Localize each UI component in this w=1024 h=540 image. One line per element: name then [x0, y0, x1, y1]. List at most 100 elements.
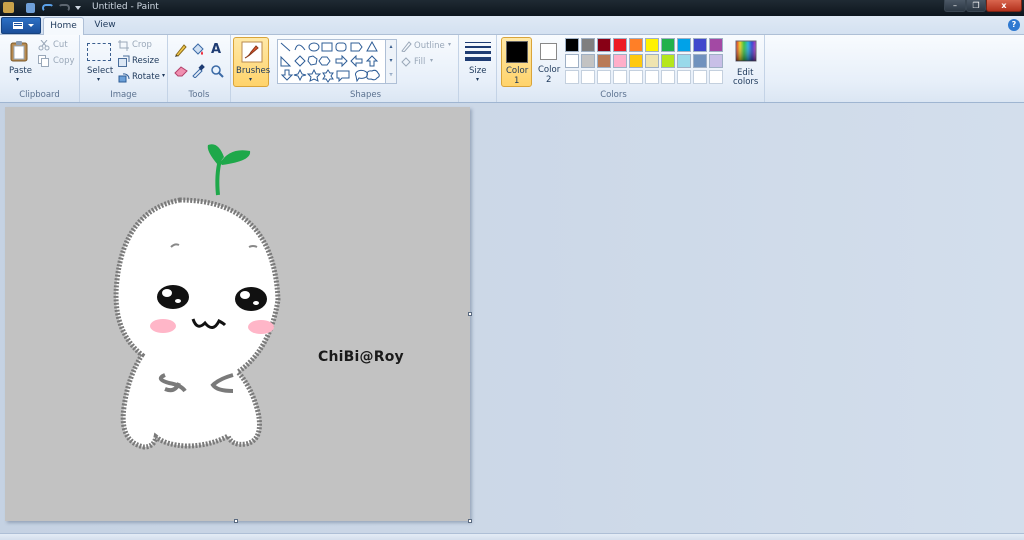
select-label: Select — [87, 66, 114, 76]
palette-swatch[interactable] — [677, 70, 691, 84]
shapes-gallery — [277, 39, 397, 84]
clipboard-group-label: Clipboard — [19, 90, 60, 100]
canvas-resize-handle-bottom[interactable] — [234, 519, 238, 523]
tab-view[interactable]: View — [86, 17, 124, 36]
palette-swatch[interactable] — [597, 54, 611, 68]
outline-label: Outline — [414, 41, 445, 51]
crop-icon — [118, 40, 129, 51]
fill-bucket-icon[interactable] — [191, 43, 205, 57]
close-button[interactable]: x — [986, 0, 1022, 12]
minimize-button[interactable]: – — [944, 0, 966, 12]
palette-swatch[interactable] — [629, 70, 643, 84]
paint-app-icon[interactable] — [3, 2, 14, 13]
oval-shape-icon — [308, 42, 320, 52]
app-menu-button[interactable] — [1, 17, 41, 34]
undo-icon[interactable] — [42, 4, 54, 12]
resize-button[interactable]: Resize — [118, 55, 166, 68]
palette-swatch[interactable] — [581, 70, 595, 84]
palette-swatch[interactable] — [709, 54, 723, 68]
rotate-icon — [118, 73, 130, 83]
color1-button[interactable]: Color 1 — [501, 37, 532, 87]
redo-icon[interactable] — [58, 4, 70, 12]
palette-swatch[interactable] — [693, 38, 707, 52]
palette-swatch[interactable] — [677, 38, 691, 52]
sprout-illustration — [207, 144, 251, 196]
color2-button[interactable]: Color 2 — [535, 37, 564, 87]
select-button[interactable]: Select ▾ — [84, 38, 114, 86]
palette-swatch[interactable] — [645, 38, 659, 52]
palette-swatch[interactable] — [565, 54, 579, 68]
rotate-button[interactable]: Rotate ▾ — [118, 71, 168, 84]
palette-swatch[interactable] — [645, 70, 659, 84]
palette-swatch[interactable] — [565, 38, 579, 52]
palette-swatch[interactable] — [645, 54, 659, 68]
image-group-label: Image — [110, 90, 137, 100]
palette-swatch[interactable] — [613, 38, 627, 52]
palette-swatch[interactable] — [661, 70, 675, 84]
palette-swatch[interactable] — [629, 54, 643, 68]
crop-button[interactable]: Crop — [118, 39, 166, 52]
quick-access-dropdown-icon[interactable] — [75, 6, 81, 10]
cloud-callout-shape-icon — [366, 69, 380, 81]
maximize-button[interactable]: ❐ — [966, 0, 986, 12]
tools-group-label: Tools — [188, 90, 210, 100]
palette-swatch[interactable] — [661, 38, 675, 52]
brushes-button[interactable]: Brushes ▾ — [233, 37, 271, 87]
text-tool-icon[interactable]: A — [211, 42, 221, 57]
palette-swatch[interactable] — [565, 70, 579, 84]
palette-swatch[interactable] — [693, 70, 707, 84]
fill-icon — [401, 57, 411, 67]
save-icon[interactable] — [26, 3, 35, 13]
select-rectangle-icon — [87, 43, 111, 61]
canvas-resize-handle-right[interactable] — [468, 312, 472, 316]
magnifier-icon[interactable] — [210, 64, 224, 78]
palette-swatch[interactable] — [629, 38, 643, 52]
drawing-canvas[interactable] — [5, 107, 470, 521]
image-group: Select ▾ Crop Resize Rotate ▾ Image — [80, 35, 168, 102]
right-triangle-shape-icon — [280, 55, 292, 67]
status-bar — [0, 533, 1024, 540]
palette-swatch[interactable] — [661, 54, 675, 68]
color-picker-icon[interactable] — [191, 64, 205, 78]
palette-swatch[interactable] — [709, 38, 723, 52]
palette-swatch[interactable] — [709, 70, 723, 84]
size-button[interactable]: Size ▾ — [463, 38, 493, 86]
colors-group-label: Colors — [600, 90, 627, 100]
palette-swatch[interactable] — [693, 54, 707, 68]
palette-swatch[interactable] — [581, 54, 595, 68]
ribbon: Paste ▾ Cut Copy Clipboard Select ▾ Crop… — [0, 35, 1024, 103]
pencil-icon[interactable] — [174, 43, 188, 57]
outline-dropdown-icon: ▾ — [448, 41, 452, 48]
palette-swatch[interactable] — [613, 54, 627, 68]
shapes-scrollbar[interactable]: ▴ ▾ ▿ — [385, 39, 397, 84]
size-dropdown-icon: ▾ — [476, 76, 480, 83]
paste-button[interactable]: Paste ▾ — [4, 38, 34, 86]
cut-button[interactable]: Cut — [38, 39, 78, 52]
palette-swatch[interactable] — [597, 70, 611, 84]
cut-label: Cut — [53, 40, 68, 50]
size-label: Size — [469, 66, 487, 76]
palette-swatch[interactable] — [597, 38, 611, 52]
brushes-label: Brushes — [236, 66, 271, 76]
paste-dropdown-icon: ▾ — [16, 76, 20, 83]
rotate-label: Rotate — [132, 72, 160, 82]
tab-home[interactable]: Home — [43, 17, 84, 36]
palette-swatch[interactable] — [581, 38, 595, 52]
outline-button[interactable]: Outline ▾ — [400, 40, 456, 53]
palette-swatch[interactable] — [613, 70, 627, 84]
select-dropdown-icon: ▾ — [97, 76, 101, 83]
eraser-icon[interactable] — [174, 65, 188, 77]
color1-label: Color — [506, 66, 529, 76]
canvas-resize-handle-corner[interactable] — [468, 519, 472, 523]
edit-colors-button[interactable]: Edit colors — [730, 38, 762, 87]
rectangle-shape-icon — [321, 42, 333, 52]
help-icon[interactable]: ? — [1008, 19, 1020, 31]
color2-number: 2 — [546, 75, 552, 85]
line-size-icon — [465, 42, 491, 61]
curve-shape-icon — [294, 44, 306, 51]
copy-button[interactable]: Copy — [38, 55, 78, 68]
resize-label: Resize — [132, 56, 160, 66]
palette-swatch[interactable] — [677, 54, 691, 68]
fill-button[interactable]: Fill ▾ — [400, 56, 456, 69]
brushes-dropdown-icon: ▾ — [249, 76, 253, 83]
